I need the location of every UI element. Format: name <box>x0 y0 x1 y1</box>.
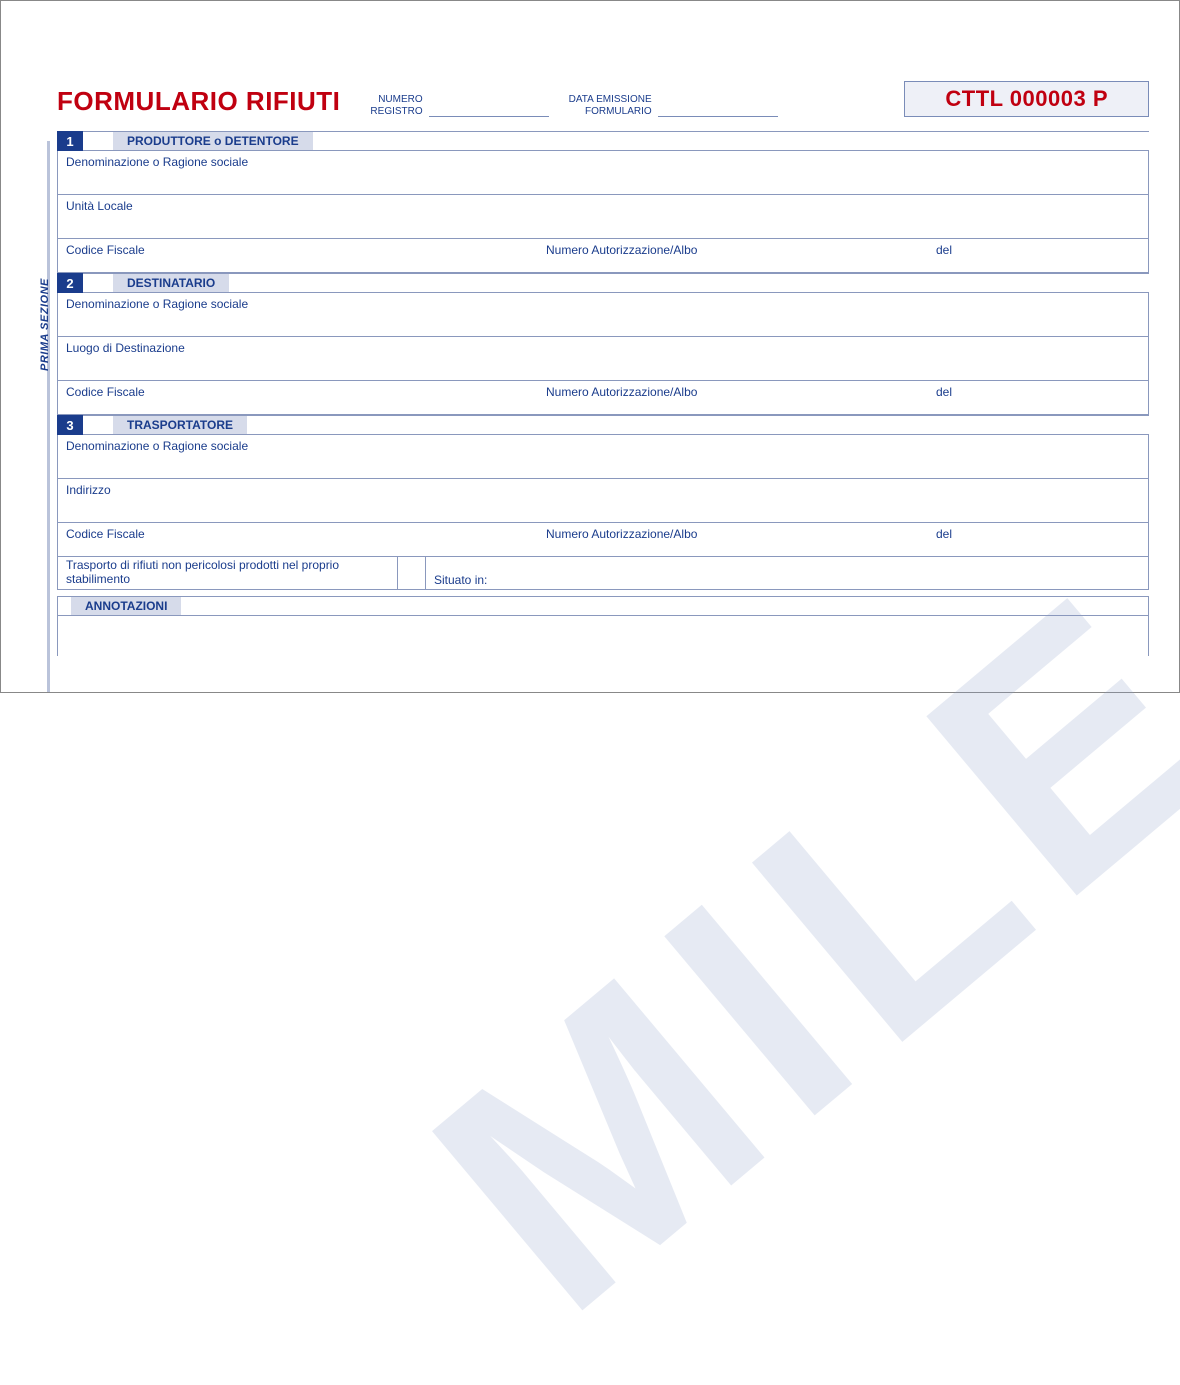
field-data-emissione: DATA EMISSIONEFORMULARIO <box>569 94 778 117</box>
label-s3-indirizzo: Indirizzo <box>58 479 1148 522</box>
section-number-3: 3 <box>57 415 83 435</box>
input-data-emissione[interactable] <box>658 103 778 117</box>
serial-number-box: CTTL 000003 P <box>904 81 1149 117</box>
checkbox-s3-trasporto-proprio[interactable] <box>398 557 426 589</box>
label-data-emissione: DATA EMISSIONEFORMULARIO <box>569 94 652 117</box>
form-title: FORMULARIO RIFIUTI <box>57 86 340 117</box>
section-number-2: 2 <box>57 273 83 293</box>
section-number-1: 1 <box>57 131 83 151</box>
label-s3-situato-in: Situato in: <box>426 557 1148 589</box>
label-s3-codice-fiscale: Codice Fiscale <box>58 523 538 556</box>
row-s2-luogo-destinazione: Luogo di Destinazione <box>57 337 1149 381</box>
section-title-destinatario: DESTINATARIO <box>113 273 229 293</box>
form-header: FORMULARIO RIFIUTI NUMEROREGISTRO DATA E… <box>57 81 1149 117</box>
side-label-prima-sezione: PRIMA SEZIONE <box>39 278 51 371</box>
label-s1-del: del <box>928 239 1148 272</box>
label-s1-unita-locale: Unità Locale <box>58 195 1148 238</box>
label-s3-trasporto-proprio: Trasporto di rifiuti non pericolosi prod… <box>58 557 398 589</box>
label-s2-numero-autorizzazione: Numero Autorizzazione/Albo <box>538 381 928 414</box>
section-header-annotazioni: ANNOTAZIONI <box>57 596 1149 616</box>
label-s2-del: del <box>928 381 1148 414</box>
label-s3-numero-autorizzazione: Numero Autorizzazione/Albo <box>538 523 928 556</box>
label-s2-luogo-destinazione: Luogo di Destinazione <box>58 337 1148 380</box>
label-numero-registro: NUMEROREGISTRO <box>370 94 422 117</box>
label-s3-denominazione: Denominazione o Ragione sociale <box>58 435 1148 478</box>
label-s3-del: del <box>928 523 1148 556</box>
section-header-2: 2 DESTINATARIO <box>57 273 1149 293</box>
row-s3-indirizzo: Indirizzo <box>57 479 1149 523</box>
label-s2-denominazione: Denominazione o Ragione sociale <box>58 293 1148 336</box>
row-s1-denominazione: Denominazione o Ragione sociale <box>57 151 1149 195</box>
section-title-annotazioni: ANNOTAZIONI <box>71 596 181 616</box>
section-title-trasportatore: TRASPORTATORE <box>113 415 247 435</box>
label-s1-denominazione: Denominazione o Ragione sociale <box>58 151 1148 194</box>
label-s2-codice-fiscale: Codice Fiscale <box>58 381 538 414</box>
row-s3-trasporto-proprio: Trasporto di rifiuti non pericolosi prod… <box>57 557 1149 590</box>
label-s1-codice-fiscale: Codice Fiscale <box>58 239 538 272</box>
row-s3-codice-fiscale: Codice Fiscale Numero Autorizzazione/Alb… <box>57 523 1149 557</box>
field-numero-registro: NUMEROREGISTRO <box>370 94 548 117</box>
label-s1-numero-autorizzazione: Numero Autorizzazione/Albo <box>538 239 928 272</box>
row-s2-denominazione: Denominazione o Ragione sociale <box>57 293 1149 337</box>
annotazioni-body[interactable] <box>57 616 1149 656</box>
section-title-produttore: PRODUTTORE o DETENTORE <box>113 131 313 151</box>
row-s1-unita-locale: Unità Locale <box>57 195 1149 239</box>
section-header-1: 1 PRODUTTORE o DETENTORE <box>57 131 1149 151</box>
input-numero-registro[interactable] <box>429 103 549 117</box>
section-header-3: 3 TRASPORTATORE <box>57 415 1149 435</box>
row-s3-denominazione: Denominazione o Ragione sociale <box>57 435 1149 479</box>
row-s1-codice-fiscale: Codice Fiscale Numero Autorizzazione/Alb… <box>57 239 1149 273</box>
row-s2-codice-fiscale: Codice Fiscale Numero Autorizzazione/Alb… <box>57 381 1149 415</box>
side-strip <box>47 141 50 692</box>
